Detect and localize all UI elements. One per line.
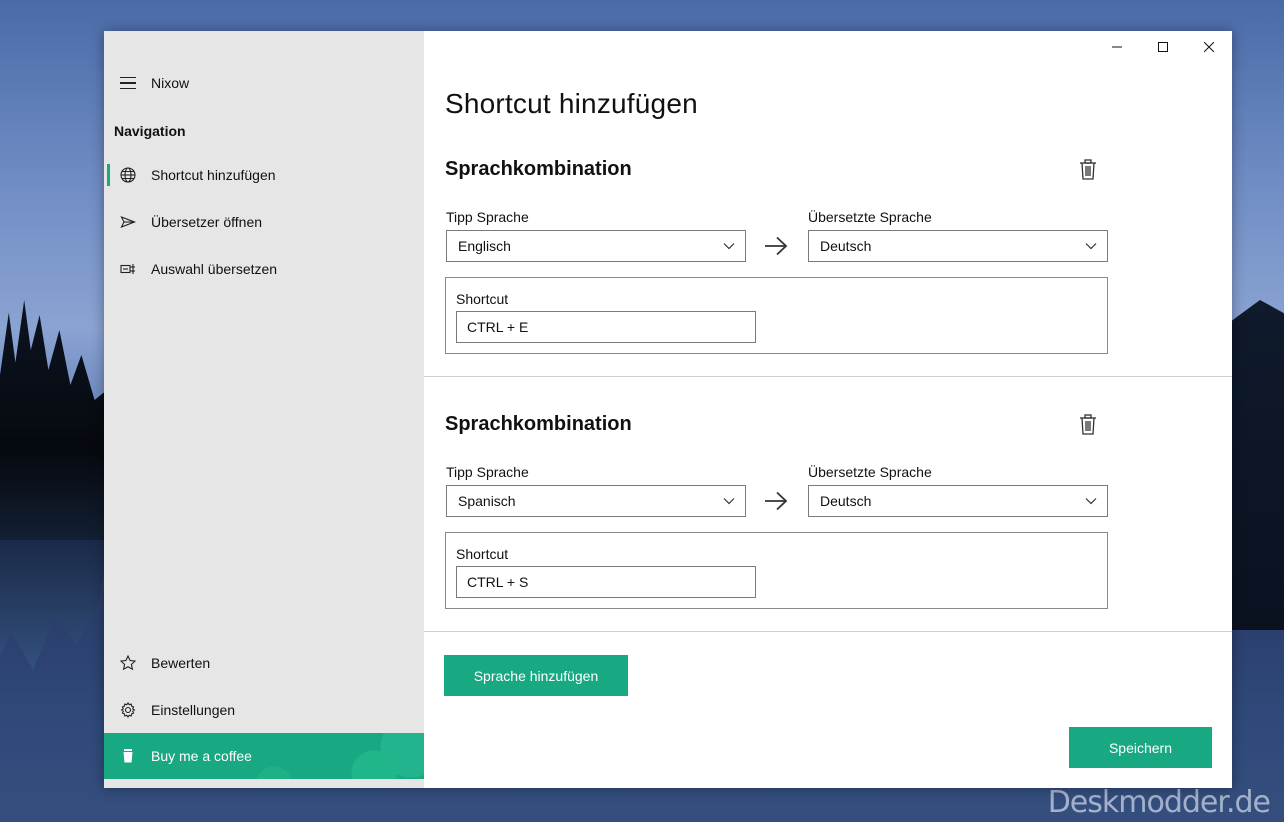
combination-title: Sprachkombination bbox=[445, 158, 632, 180]
nav-item-label: Shortcut hinzufügen bbox=[151, 167, 276, 183]
nav-item-einstellungen[interactable]: Einstellungen bbox=[104, 687, 424, 733]
shortcut-value: CTRL + S bbox=[467, 574, 529, 590]
target-language-label: Übersetzte Sprache bbox=[808, 464, 932, 480]
target-language-label: Übersetzte Sprache bbox=[808, 209, 932, 225]
chevron-down-icon bbox=[1085, 243, 1097, 250]
arrow-right-icon bbox=[765, 491, 788, 511]
source-language-select[interactable]: Englisch bbox=[446, 230, 746, 262]
navigation-pane: Nixow Navigation Shortcut hinzufügen Übe… bbox=[104, 31, 424, 788]
minimize-button[interactable] bbox=[1094, 31, 1140, 63]
shortcut-label: Shortcut bbox=[456, 291, 509, 307]
nav-item-label: Übersetzer öffnen bbox=[151, 214, 263, 230]
target-language-value: Deutsch bbox=[820, 238, 872, 254]
shortcut-input[interactable]: CTRL + E bbox=[456, 311, 756, 343]
language-combination-1: Sprachkombination Tipp Sprache Englisch … bbox=[424, 156, 1232, 376]
wallpaper-trees-right bbox=[1224, 300, 1284, 630]
language-combination-2: Sprachkombination Tipp Sprache Spanisch … bbox=[424, 411, 1232, 631]
nav-item-label: Auswahl übersetzen bbox=[151, 261, 278, 277]
section-divider bbox=[424, 376, 1232, 377]
chevron-down-icon bbox=[723, 498, 735, 505]
section-divider bbox=[424, 631, 1232, 632]
app-title: Nixow bbox=[151, 75, 190, 91]
wallpaper-lake-reflection bbox=[0, 540, 110, 670]
delete-combination-button[interactable] bbox=[1078, 159, 1098, 181]
hamburger-menu-icon[interactable] bbox=[120, 77, 136, 89]
globe-icon bbox=[120, 167, 136, 183]
wallpaper-trees-left bbox=[0, 300, 110, 550]
target-language-value: Deutsch bbox=[820, 493, 872, 509]
close-button[interactable] bbox=[1186, 31, 1232, 63]
content-pane: Shortcut hinzufügen Sprachkombination Ti… bbox=[424, 31, 1232, 788]
close-icon bbox=[1204, 42, 1214, 52]
star-icon bbox=[120, 655, 136, 671]
source-language-label: Tipp Sprache bbox=[446, 464, 529, 480]
shortcut-label: Shortcut bbox=[456, 546, 509, 562]
save-button[interactable]: Speichern bbox=[1069, 727, 1212, 768]
shortcut-group: Shortcut CTRL + E bbox=[445, 277, 1108, 354]
nav-item-auswahl-uebersetzen[interactable]: Auswahl übersetzen bbox=[104, 246, 424, 292]
nav-item-label: Einstellungen bbox=[151, 702, 236, 718]
shortcut-value: CTRL + E bbox=[467, 319, 529, 335]
nav-heading: Navigation bbox=[114, 123, 186, 139]
app-window: Nixow Navigation Shortcut hinzufügen Übe… bbox=[104, 31, 1232, 788]
chevron-down-icon bbox=[723, 243, 735, 250]
app-header: Nixow bbox=[104, 67, 424, 99]
nav-item-label: Buy me a coffee bbox=[151, 748, 252, 764]
source-language-value: Spanisch bbox=[458, 493, 516, 509]
window-controls bbox=[1094, 31, 1232, 63]
combination-title: Sprachkombination bbox=[445, 413, 632, 435]
nav-item-shortcut-hinzufuegen[interactable]: Shortcut hinzufügen bbox=[104, 152, 424, 198]
trash-icon bbox=[1080, 414, 1096, 435]
target-language-select[interactable]: Deutsch bbox=[808, 485, 1108, 517]
maximize-button[interactable] bbox=[1140, 31, 1186, 63]
page-title: Shortcut hinzufügen bbox=[445, 88, 698, 119]
nav-item-uebersetzer-oeffnen[interactable]: Übersetzer öffnen bbox=[104, 199, 424, 245]
nav-item-buy-me-a-coffee[interactable]: Buy me a coffee bbox=[104, 733, 424, 779]
arrow-right-icon bbox=[765, 236, 788, 256]
gear-icon bbox=[120, 702, 136, 718]
watermark: Deskmodder.de bbox=[1047, 785, 1271, 820]
translate-selection-icon bbox=[120, 261, 136, 277]
delete-combination-button[interactable] bbox=[1078, 414, 1098, 436]
nav-item-label: Bewerten bbox=[151, 655, 211, 671]
trash-icon bbox=[1080, 159, 1096, 180]
coffee-cup-icon bbox=[120, 748, 136, 764]
maximize-icon bbox=[1158, 42, 1168, 52]
chevron-down-icon bbox=[1085, 498, 1097, 505]
shortcut-input[interactable]: CTRL + S bbox=[456, 566, 756, 598]
target-language-select[interactable]: Deutsch bbox=[808, 230, 1108, 262]
minimize-icon bbox=[1112, 46, 1122, 48]
send-icon bbox=[120, 214, 136, 230]
add-language-button[interactable]: Sprache hinzufügen bbox=[444, 655, 628, 696]
nav-item-bewerten[interactable]: Bewerten bbox=[104, 640, 424, 686]
source-language-select[interactable]: Spanisch bbox=[446, 485, 746, 517]
source-language-value: Englisch bbox=[458, 238, 511, 254]
source-language-label: Tipp Sprache bbox=[446, 209, 529, 225]
shortcut-group: Shortcut CTRL + S bbox=[445, 532, 1108, 609]
